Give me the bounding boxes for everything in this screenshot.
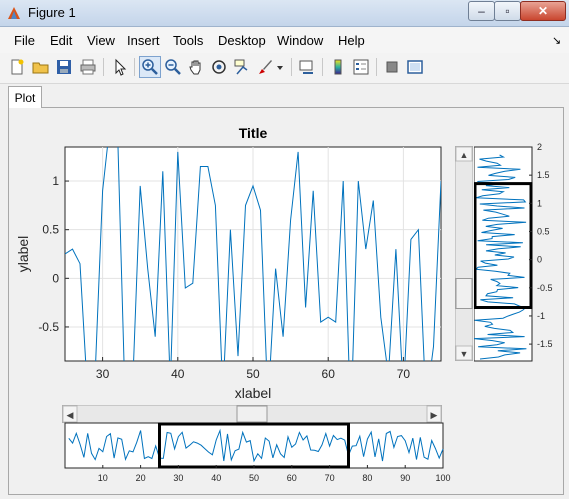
tab-plot[interactable]: Plot (8, 86, 42, 108)
toolbar-separator (322, 58, 323, 76)
scroll-down-arrow[interactable]: ▼ (460, 349, 469, 359)
x-tick-label: 70 (397, 367, 411, 381)
x-tick-label: 20 (136, 473, 146, 483)
colorbar-icon[interactable] (327, 56, 349, 78)
chart-title: Title (239, 125, 268, 141)
vertical-overview-chart: -1.5 -1 -0.5 0 0.5 1 1.5 2 (474, 142, 553, 362)
y-tick-label: 1.5 (537, 170, 550, 180)
rotate-3d-icon[interactable] (208, 56, 230, 78)
x-axis-label: xlabel (235, 385, 272, 401)
matlab-figure-icon (8, 7, 20, 19)
pan-icon[interactable] (185, 56, 207, 78)
scroll-left-arrow[interactable]: ◀ (67, 410, 74, 420)
brush-dropdown-icon[interactable] (274, 56, 286, 78)
show-tools-icon[interactable] (404, 56, 426, 78)
y-tick-label: -1 (537, 311, 545, 321)
y-tick-label: 1 (537, 198, 542, 208)
toolbar-separator (376, 58, 377, 76)
new-figure-icon[interactable] (6, 56, 28, 78)
x-tick-label: 30 (173, 473, 183, 483)
main-chart: Title 30 40 50 60 70 -0.5 0 0.5 1 xlabel ylabel (15, 125, 442, 401)
toolbar-separator (134, 58, 135, 76)
x-tick-label: 50 (246, 367, 260, 381)
menu-window[interactable]: Window (277, 33, 323, 48)
x-tick-label: 50 (249, 473, 259, 483)
y-tick-label: -1.5 (537, 339, 553, 349)
legend-icon[interactable] (350, 56, 372, 78)
x-tick-label: 60 (287, 473, 297, 483)
menu-edit[interactable]: Edit (50, 33, 72, 48)
y-tick-label: 0 (537, 255, 542, 265)
minimize-button[interactable]: – (468, 1, 495, 21)
horizontal-overview-chart: 10 20 30 40 50 60 70 80 90 100 (64, 422, 451, 483)
x-tick-label: 10 (98, 473, 108, 483)
menu-file[interactable]: File (14, 33, 35, 48)
y-tick-label: 2 (537, 142, 542, 152)
x-tick-label: 30 (96, 367, 110, 381)
y-axis-label: ylabel (15, 236, 31, 273)
scroll-thumb[interactable] (455, 278, 473, 309)
window-title: Figure 1 (28, 5, 76, 20)
link-plot-icon[interactable] (296, 56, 318, 78)
y-tick-label: 0.5 (537, 226, 550, 236)
scroll-right-arrow[interactable]: ▶ (431, 410, 438, 420)
x-tick-label: 100 (435, 473, 450, 483)
open-icon[interactable] (30, 56, 52, 78)
brush-icon[interactable] (254, 56, 276, 78)
zoom-out-icon[interactable] (162, 56, 184, 78)
pointer-icon[interactable] (109, 56, 131, 78)
menu-insert[interactable]: Insert (127, 33, 160, 48)
data-cursor-icon[interactable] (231, 56, 253, 78)
y-tick-label: -0.5 (537, 283, 553, 293)
x-tick-label: 40 (171, 367, 185, 381)
y-tick-label: 0 (52, 271, 59, 285)
menu-help[interactable]: Help (338, 33, 365, 48)
maximize-button[interactable]: ▫ (494, 1, 521, 21)
x-tick-label: 80 (362, 473, 372, 483)
y-tick-label: -0.5 (38, 320, 59, 334)
x-tick-label: 70 (325, 473, 335, 483)
y-tick-label: 1 (52, 174, 59, 188)
dock-arrow-icon[interactable]: ↘ (552, 34, 561, 47)
y-tick-label: 0.5 (42, 223, 59, 237)
close-button[interactable]: ✕ (520, 1, 566, 21)
hide-tools-icon[interactable] (381, 56, 403, 78)
menu-tools[interactable]: Tools (173, 33, 203, 48)
x-tick-label: 60 (322, 367, 336, 381)
y-tick-labels: -0.5 0 0.5 1 (38, 174, 69, 334)
save-icon[interactable] (53, 56, 75, 78)
x-tick-label: 90 (400, 473, 410, 483)
zoom-in-icon[interactable] (139, 56, 161, 78)
x-tick-label: 40 (211, 473, 221, 483)
menu-desktop[interactable]: Desktop (218, 33, 266, 48)
toolbar-separator (291, 58, 292, 76)
print-icon[interactable] (77, 56, 99, 78)
menu-view[interactable]: View (87, 33, 115, 48)
vertical-scrollbar[interactable]: ▲ ▼ (455, 146, 473, 361)
y-tick-labels: -1.5 -1 -0.5 0 0.5 1 1.5 2 (529, 142, 553, 349)
toolbar-separator (103, 58, 104, 76)
scroll-up-arrow[interactable]: ▲ (460, 150, 469, 160)
